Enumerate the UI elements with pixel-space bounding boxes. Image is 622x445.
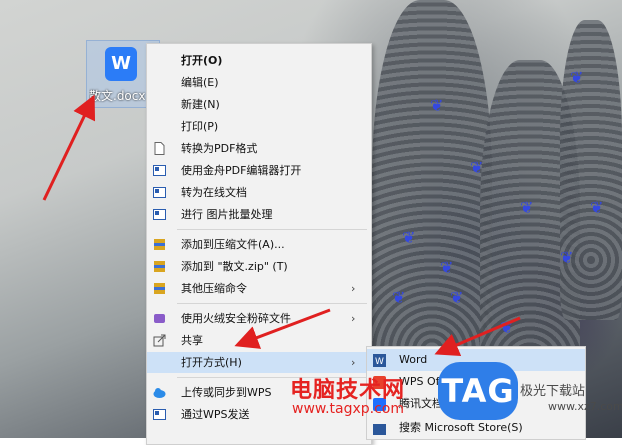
watermark-url: www.tagxp.com: [292, 401, 404, 417]
tag-logo-badge: TAG: [438, 362, 518, 420]
watermark-site-name: 电脑技术网: [290, 378, 406, 403]
red-arrow-to-open-with: [234, 308, 331, 349]
red-arrow-to-file: [42, 94, 96, 201]
watermark-right-url: www.xz7.com: [548, 400, 622, 413]
watermark-right-text: 极光下载站: [520, 384, 586, 399]
red-arrow-to-word: [434, 316, 521, 357]
